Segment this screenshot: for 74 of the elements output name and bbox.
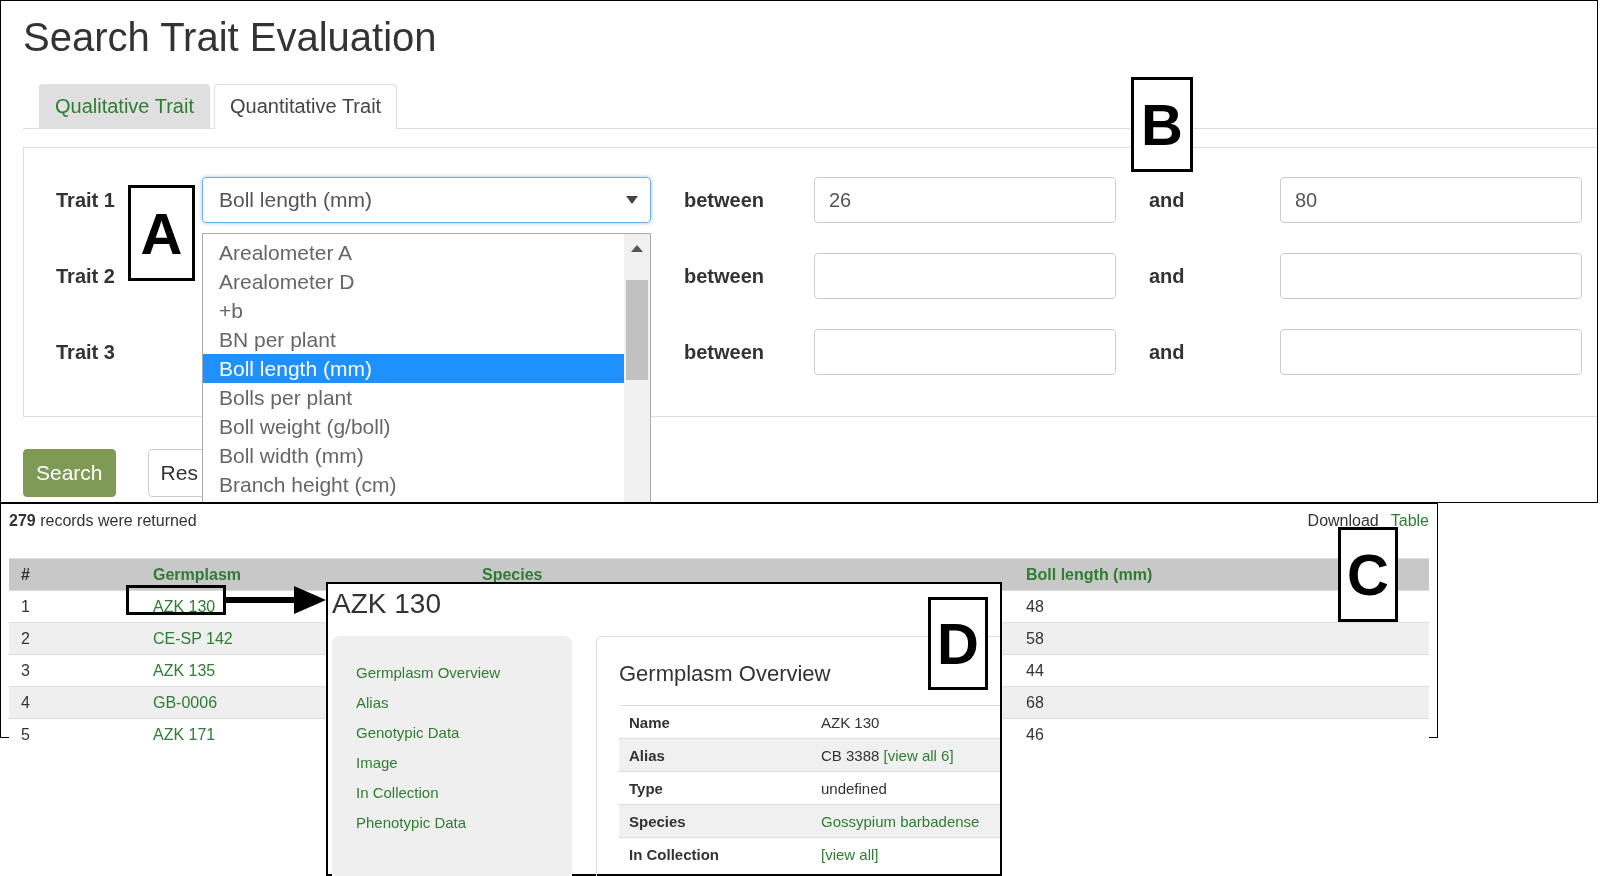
- trait-label: Trait 1: [56, 188, 116, 212]
- between-label: between: [684, 264, 766, 288]
- between-label: between: [684, 340, 766, 364]
- tab[interactable]: Quantitative Trait: [213, 84, 398, 129]
- trait-label: Trait 3: [56, 340, 116, 364]
- callout-letter: B: [1131, 77, 1193, 172]
- dropdown-option[interactable]: Arealometer A: [203, 238, 624, 267]
- table-cell: 4: [21, 693, 30, 712]
- table-cell: 2: [21, 629, 30, 648]
- section-heading: Germplasm Overview: [619, 661, 832, 687]
- callout-letter: C: [1338, 527, 1398, 622]
- column-header: Germplasm: [153, 565, 242, 584]
- callout-letter: D: [928, 597, 988, 690]
- germplasm-link[interactable]: GB-0006: [153, 693, 218, 712]
- dropdown-option[interactable]: +b: [203, 296, 624, 325]
- field-label: Species: [628, 812, 687, 830]
- min-input[interactable]: [814, 253, 1116, 299]
- field-label: Name: [628, 713, 671, 731]
- table-cell: 5: [21, 725, 30, 744]
- field-value: CB 3388: [821, 746, 881, 764]
- germplasm-link[interactable]: CE-SP 142: [153, 629, 233, 648]
- sidebar-link[interactable]: Image: [356, 754, 572, 771]
- search-button[interactable]: Search: [23, 449, 116, 497]
- trait-select[interactable]: Boll length (mm): [202, 177, 651, 223]
- table-link[interactable]: Table: [1390, 512, 1429, 530]
- dropdown-option[interactable]: BN per plant: [203, 325, 624, 354]
- tab[interactable]: Qualitative Trait: [39, 84, 210, 129]
- table-cell: 68: [1026, 693, 1044, 712]
- column-header: Species: [482, 565, 543, 584]
- table-cell: 48: [1026, 597, 1044, 616]
- table-cell: 3: [21, 661, 30, 680]
- table-cell: 1: [21, 597, 30, 616]
- field-label: Alias: [628, 746, 666, 764]
- field-value: AZK 130: [821, 713, 880, 731]
- dropdown-option[interactable]: Bolls per plant: [203, 383, 624, 412]
- sidebar-link[interactable]: Alias: [356, 694, 572, 711]
- table-cell: 46: [1026, 725, 1044, 744]
- column-header: #: [21, 565, 30, 584]
- min-input[interactable]: 26: [814, 177, 1116, 223]
- dropdown-option[interactable]: Arealometer D: [203, 267, 624, 296]
- table-cell: 44: [1026, 661, 1044, 680]
- records-summary: 279 records were returned: [9, 512, 197, 530]
- between-label: between: [684, 188, 766, 212]
- and-label: and: [1149, 340, 1186, 364]
- value-link[interactable]: Gossypium barbadense: [821, 812, 980, 830]
- field-label: Type: [628, 779, 664, 797]
- sidebar-link[interactable]: Phenotypic Data: [356, 814, 572, 831]
- callout-letter: A: [128, 185, 195, 281]
- value-link[interactable]: [view all 6]: [883, 746, 954, 764]
- trait-label: Trait 2: [56, 264, 116, 288]
- dropdown-option[interactable]: Boll length (mm): [203, 354, 624, 383]
- germplasm-link[interactable]: AZK 130: [153, 597, 216, 616]
- sidebar-link[interactable]: Germplasm Overview: [356, 664, 572, 681]
- dropdown-option[interactable]: Boll weight (g/boll): [203, 412, 624, 441]
- min-input[interactable]: [814, 329, 1116, 375]
- field-value: undefined: [821, 779, 887, 797]
- download-label: Download: [1307, 512, 1379, 530]
- column-header: Boll length (mm): [1026, 565, 1153, 584]
- sidebar-link[interactable]: Genotypic Data: [356, 724, 572, 741]
- max-input[interactable]: 80: [1280, 177, 1582, 223]
- max-input[interactable]: [1280, 253, 1582, 299]
- and-label: and: [1149, 188, 1186, 212]
- germplasm-title: AZK 130: [332, 588, 442, 620]
- table-cell: 58: [1026, 629, 1044, 648]
- scrollbar[interactable]: [624, 234, 650, 502]
- germplasm-link[interactable]: AZK 171: [153, 725, 216, 744]
- value-link[interactable]: [view all]: [821, 845, 879, 863]
- field-label: In Collection: [628, 845, 720, 863]
- max-input[interactable]: [1280, 329, 1582, 375]
- sidebar-link[interactable]: In Collection: [356, 784, 572, 801]
- germplasm-link[interactable]: AZK 135: [153, 661, 216, 680]
- and-label: and: [1149, 264, 1186, 288]
- caret-icon: [626, 196, 638, 204]
- page-title: Search Trait Evaluation: [23, 15, 438, 60]
